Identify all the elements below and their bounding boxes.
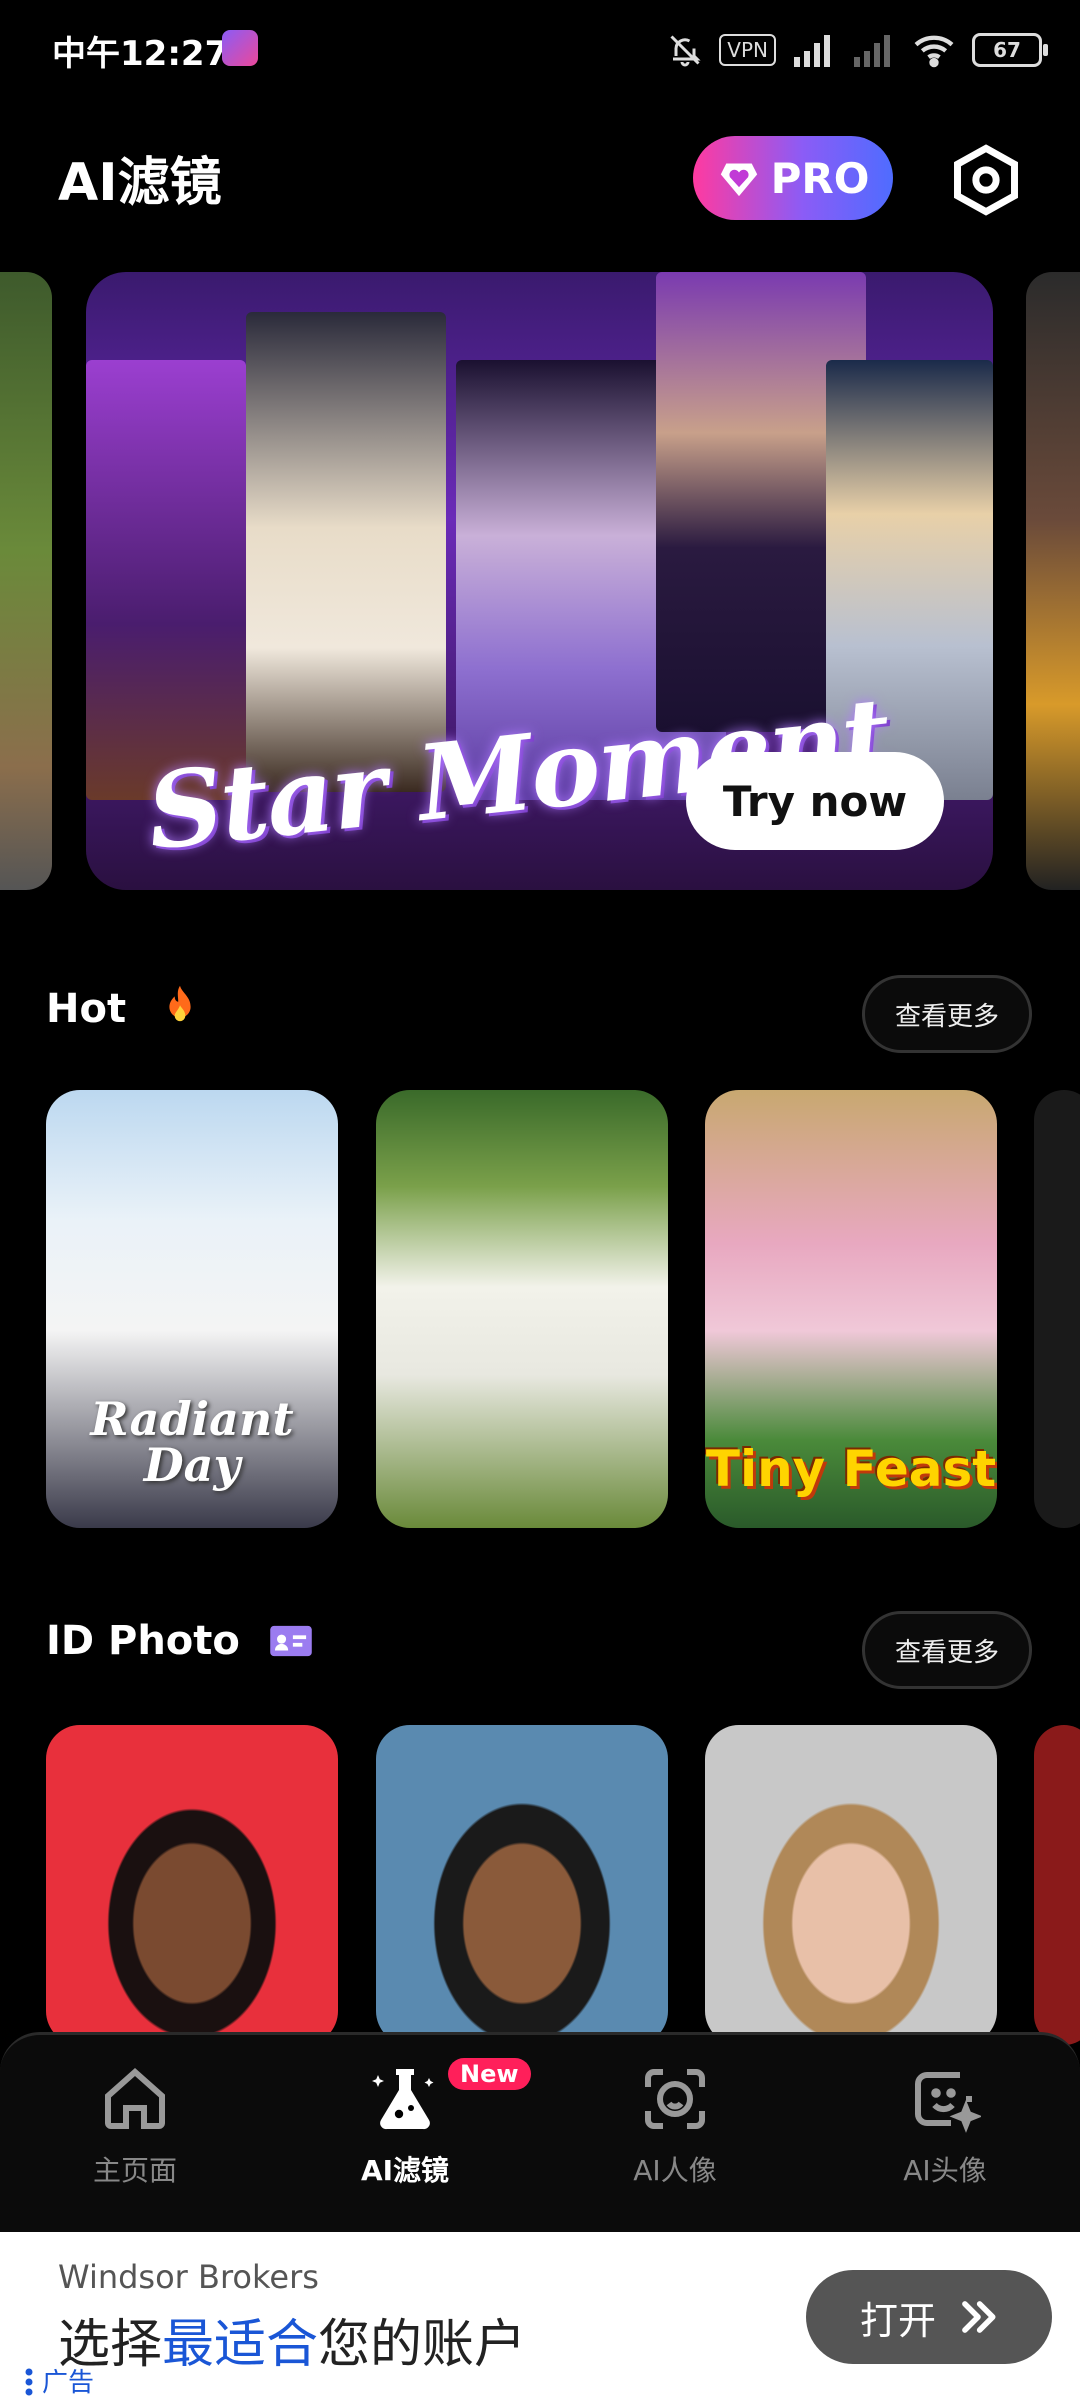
nav-label-ai-avatar: AI头像 [903,2154,987,2187]
more-vertical-icon [25,2368,33,2396]
ad-banner[interactable]: Windsor Brokers 选择最适合您的账户 打开 广告 [0,2232,1080,2400]
signal-weak-icon [854,35,890,67]
vpn-badge: VPN [719,34,776,66]
new-badge: New [448,2058,531,2090]
star-moment-banner[interactable]: Star Moment Try now [86,272,993,890]
status-time: 中午12:27 [52,34,229,74]
id-photo-title-text: ID Photo [46,1618,240,1664]
hot-section-title: Hot [46,984,202,1032]
carousel-next-slide[interactable] [1026,272,1080,890]
hot-see-more-button[interactable]: 查看更多 [862,975,1032,1053]
banner-photo-2 [246,312,446,792]
signal-icon [794,35,830,67]
id-photo-card-blue[interactable] [376,1725,668,2045]
hot-card-tiny-feast[interactable]: Tiny Feast [705,1090,997,1528]
hot-card-radiant-day[interactable]: Radiant Day [46,1090,338,1528]
nav-label-ai-filter: AI滤镜 [360,2154,450,2187]
hot-title-text: Hot [46,986,127,1032]
id-photo-card-red[interactable] [46,1725,338,2045]
hot-card-partial[interactable] [1034,1090,1080,1528]
ad-headline-highlight: 最适合 [162,2315,319,2375]
bottom-navigation: 主页面 AI滤镜 AI人像 AI头像 [0,2032,1080,2232]
id-photo-card-partial[interactable] [1034,1725,1080,2045]
rocket-app-icon [222,30,258,66]
hot-card-flower-field[interactable] [376,1090,668,1528]
flask-icon [372,2069,434,2130]
nav-label-home: 主页面 [92,2154,177,2187]
page-title: AI滤镜 [58,153,222,213]
id-photo-card-gray[interactable] [705,1725,997,2045]
mute-bell-icon [670,35,701,67]
wifi-icon [914,35,954,68]
banner-photo-1 [86,360,246,800]
ad-label: 广告 [24,2362,94,2399]
pro-label: PRO [770,153,870,203]
double-chevron-right-icon [962,2301,996,2333]
nav-item-home[interactable]: 主页面 [35,2063,235,2189]
battery-indicator: 67 [972,33,1048,67]
id-card-icon [270,1625,312,1657]
nav-label-ai-portrait: AI人像 [633,2154,717,2187]
id-photo-see-more-button[interactable]: 查看更多 [862,1611,1032,1689]
ad-open-label: 打开 [859,2298,936,2343]
hot-card-label: Radiant Day [90,1392,294,1492]
smiley-sparkle-icon [915,2072,981,2133]
home-icon [105,2067,165,2129]
ad-open-button[interactable]: 打开 [806,2270,1052,2364]
nav-item-ai-portrait[interactable]: AI人像 [575,2063,775,2189]
ad-label-text: 广告 [42,2368,95,2398]
pro-button[interactable]: PRO [693,136,893,220]
hot-card-label: Tiny Feast [705,1440,997,1498]
status-icons: VPN 67 [667,28,1048,72]
face-scan-icon [645,2069,705,2129]
settings-hexagon-icon[interactable] [948,142,1024,218]
ad-brand: Windsor Brokers [58,2258,319,2296]
try-now-button[interactable]: Try now [686,752,944,850]
ad-headline-post: 您的账户 [318,2315,527,2375]
fire-icon [169,985,191,1022]
carousel-prev-slide[interactable] [0,272,52,890]
id-photo-section-title: ID Photo [46,1618,314,1664]
nav-item-ai-avatar[interactable]: AI头像 [845,2063,1045,2189]
diamond-heart-icon [720,163,757,197]
ad-headline: 选择最适合您的账户 [58,2302,526,2377]
